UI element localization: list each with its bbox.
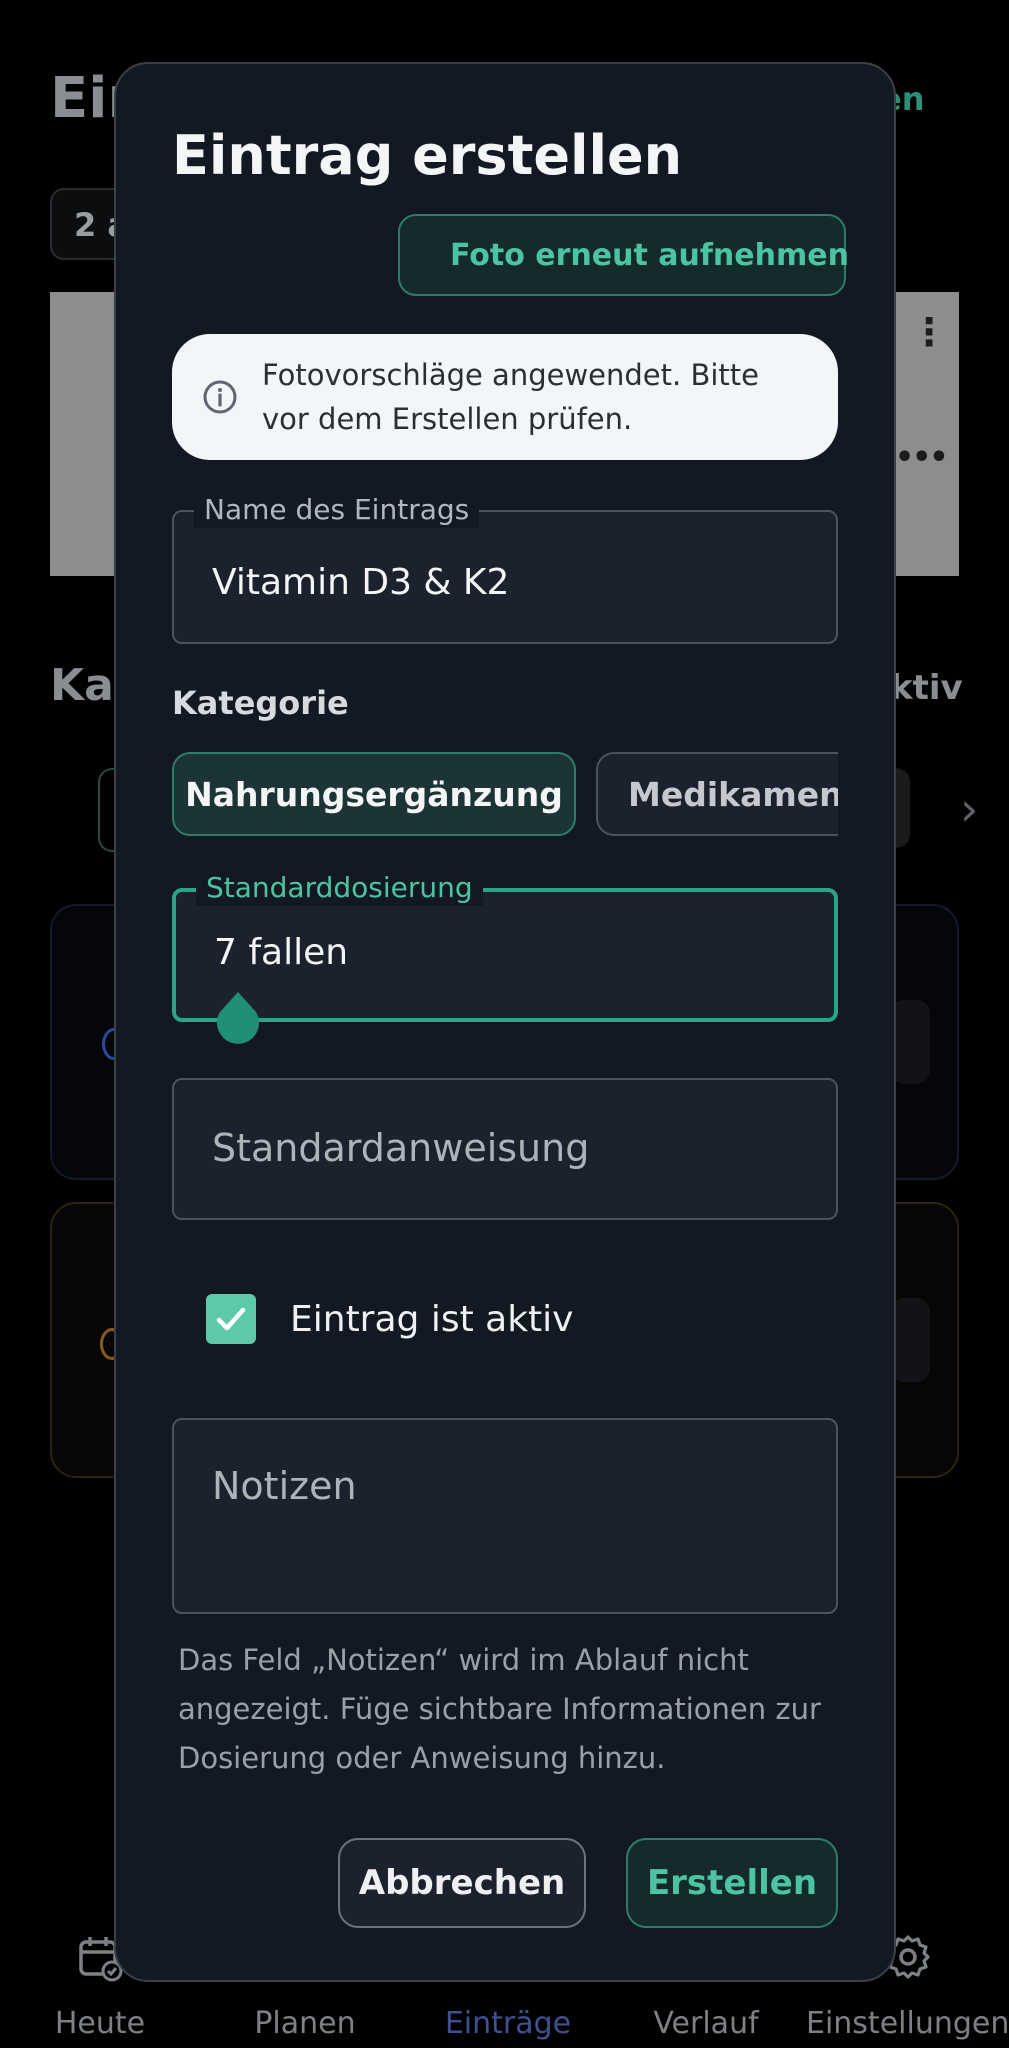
background-section-filter: ktiv [890,668,963,708]
create-button[interactable]: Erstellen [626,1838,838,1928]
field-label: Standarddosierung [196,870,483,906]
nav-label: Einträge [444,2006,572,2041]
info-icon [203,380,237,414]
nav-label: Planen [254,2006,356,2041]
create-entry-dialog: Eintrag erstellen Foto erneut aufnehmen … [114,62,896,1982]
entry-active-toggle[interactable]: Eintrag ist aktiv [206,1282,573,1356]
checkbox-label: Eintrag ist aktiv [290,1298,574,1340]
checkbox[interactable] [206,1294,256,1344]
default-instruction-placeholder: Standardanweisung [212,1126,590,1170]
nav-label: Heute [54,2006,146,2041]
notes-field[interactable]: Notizen [172,1418,838,1614]
notes-placeholder: Notizen [212,1464,357,1508]
more-vert-icon: ⋮ [910,310,948,354]
notes-hint-text: Das Feld „Notizen“ wird im Ablauf nicht … [178,1643,821,1775]
photo-suggestions-banner: Fotovorschläge angewendet. Bitte vor dem… [172,334,838,460]
dialog-title: Eintrag erstellen [172,124,683,187]
entry-name-value: Vitamin D3 & K2 [212,562,510,603]
nav-label: Verlauf [653,2006,759,2041]
chevron-right-icon: › [960,782,979,836]
cancel-button[interactable]: Abbrechen [338,1838,586,1928]
entry-name-field[interactable]: Name des Eintrags Vitamin D3 & K2 [172,492,838,644]
retake-photo-button[interactable]: Foto erneut aufnehmen [398,214,849,296]
banner-text: Fotovorschläge angewendet. Bitte vor dem… [262,358,759,436]
default-instruction-field[interactable]: Standardanweisung [172,1078,838,1220]
default-dosage-field[interactable]: Standarddosierung 7 fallen [172,870,838,1022]
field-label: Name des Eintrags [194,492,480,528]
more-horiz-icon: ••• [895,440,949,475]
text-cursor-handle-icon[interactable] [212,988,264,1050]
default-dosage-value: 7 fallen [214,932,349,973]
category-chip-supplement[interactable]: Nahrungsergänzung [172,752,576,836]
background-section-title: Ka [50,660,114,711]
category-label: Kategorie [172,684,349,722]
category-chip-medication[interactable]: Medikament [596,752,838,836]
check-icon [216,1307,246,1331]
retake-photo-label: Foto erneut aufnehmen [450,237,849,273]
nav-label: Einstellungen [806,2006,1009,2041]
background-card-button [890,1000,930,1084]
background-card-button [890,1298,930,1382]
